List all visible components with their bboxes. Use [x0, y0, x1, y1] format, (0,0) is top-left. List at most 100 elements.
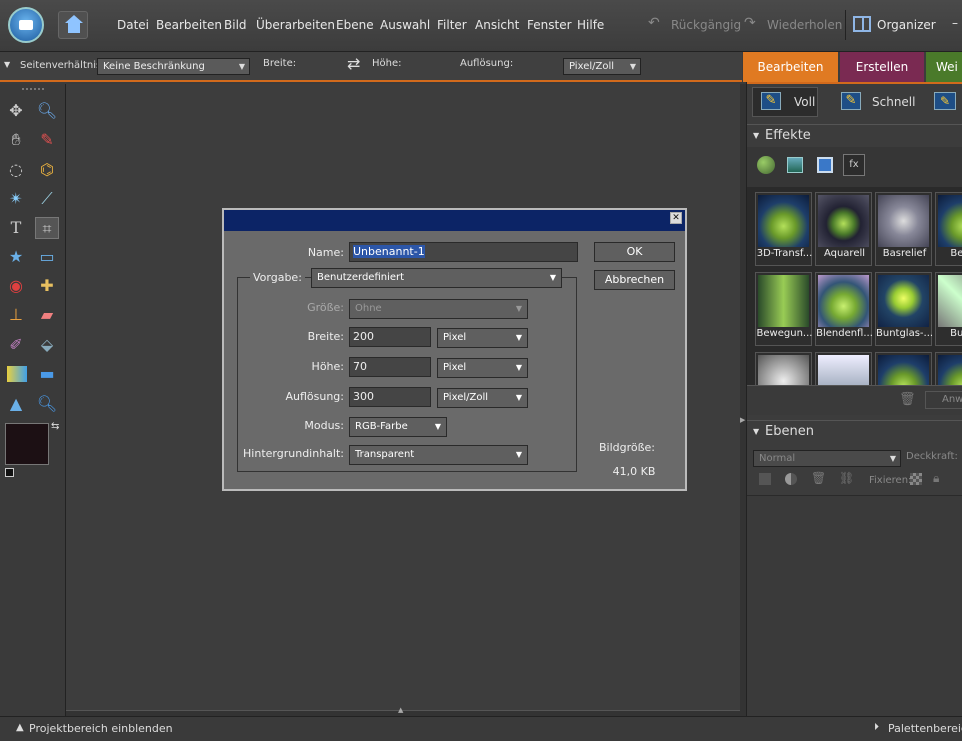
effect-thumb[interactable]: Beleu: [935, 192, 962, 266]
size-select[interactable]: Ohne: [349, 299, 528, 319]
tab-create[interactable]: Erstellen: [840, 52, 924, 82]
resolution-unit-select[interactable]: Pixel/Zoll: [563, 58, 641, 75]
eraser-tool-icon[interactable]: ▰: [35, 304, 59, 326]
effects-panel-header[interactable]: Effekte: [747, 124, 962, 147]
expand-up-icon[interactable]: ▲: [398, 706, 403, 714]
collapse-right-icon[interactable]: ▶: [740, 416, 745, 424]
trash-icon[interactable]: 🗑︎: [899, 392, 916, 407]
photo-effects-icon[interactable]: [817, 157, 833, 173]
width-unit-select[interactable]: Pixel: [437, 328, 528, 348]
dialog-title-bar[interactable]: ✕: [224, 210, 685, 231]
effect-thumb[interactable]: Basrelief: [875, 192, 932, 266]
lock-transparency-icon[interactable]: [910, 473, 922, 485]
foreground-color-swatch[interactable]: [5, 423, 49, 465]
menu-file[interactable]: Datei: [117, 18, 149, 32]
clone-stamp-tool-icon[interactable]: ⊥: [4, 304, 28, 326]
tab-edit[interactable]: Bearbeiten: [743, 52, 838, 82]
effect-thumb[interactable]: [755, 352, 812, 385]
effect-thumb[interactable]: Buntglas-...: [875, 272, 933, 346]
effect-thumb[interactable]: Bunts: [935, 272, 962, 346]
crop-tool-icon[interactable]: ⌗: [35, 217, 59, 239]
default-colors-icon[interactable]: [5, 468, 14, 477]
redo-button[interactable]: Wiederholen: [767, 18, 842, 32]
adjustment-layer-icon[interactable]: [785, 473, 797, 485]
blur-tool-icon[interactable]: ▲: [4, 393, 28, 415]
delete-layer-icon[interactable]: 🗑︎: [811, 471, 826, 485]
guided-edit-icon[interactable]: ✎: [934, 92, 956, 110]
paint-bucket-tool-icon[interactable]: ⬙: [35, 334, 59, 356]
move-tool-icon[interactable]: ✥: [4, 100, 28, 122]
resolution-field[interactable]: 300: [349, 387, 431, 407]
options-menu-icon[interactable]: ▼: [4, 60, 10, 69]
layers-panel-header[interactable]: Ebenen: [747, 420, 962, 443]
shape-tool-icon[interactable]: ▬: [35, 363, 59, 385]
apply-button[interactable]: Anw: [925, 391, 962, 409]
undo-button[interactable]: Rückgängig: [671, 18, 741, 32]
all-effects-icon[interactable]: fx: [843, 154, 865, 176]
height-unit-select[interactable]: Pixel: [437, 358, 528, 378]
palette-toggle-icon[interactable]: ⏵: [874, 722, 879, 733]
cancel-button[interactable]: Abbrechen: [594, 270, 675, 290]
color-mode-select[interactable]: RGB-Farbe: [349, 417, 447, 437]
swap-icon[interactable]: ⇄: [347, 54, 360, 73]
menu-enhance[interactable]: Überarbeiten: [256, 18, 335, 32]
background-contents-select[interactable]: Transparent: [349, 445, 528, 465]
camera-logo-icon[interactable]: [8, 7, 44, 43]
menu-filter[interactable]: Filter: [437, 18, 467, 32]
effect-thumb[interactable]: [935, 352, 962, 385]
brush-tool-icon[interactable]: ✐: [4, 334, 28, 356]
mode-quick-button[interactable]: Schnell: [872, 95, 915, 109]
effect-thumb[interactable]: Bewegun...: [755, 272, 812, 346]
new-layer-icon[interactable]: [759, 473, 771, 485]
lasso-tool-icon[interactable]: ⌬: [35, 159, 59, 181]
menu-select[interactable]: Auswahl: [380, 18, 430, 32]
ok-button[interactable]: OK: [594, 242, 675, 262]
healing-brush-tool-icon[interactable]: ✚: [35, 275, 59, 297]
layer-styles-icon[interactable]: [787, 157, 803, 173]
hand-tool-icon[interactable]: ✋︎: [4, 129, 28, 151]
sponge-tool-icon[interactable]: 🔍︎: [35, 393, 59, 415]
tab-share[interactable]: Wei: [926, 52, 962, 82]
cookie-cutter-tool-icon[interactable]: ★: [4, 246, 28, 268]
menu-layer[interactable]: Ebene: [336, 18, 374, 32]
effect-thumb[interactable]: 3D-Transf...: [755, 192, 812, 266]
width-field[interactable]: 200: [349, 327, 431, 347]
marquee-tool-icon[interactable]: ◌: [4, 159, 28, 181]
height-field[interactable]: 70: [349, 357, 431, 377]
grip[interactable]: [22, 88, 44, 90]
name-field[interactable]: Unbenannt-1: [349, 242, 578, 262]
home-icon[interactable]: [58, 11, 88, 39]
minimize-button[interactable]: –: [952, 16, 958, 30]
red-eye-tool-icon[interactable]: ◉: [4, 275, 28, 297]
effect-thumb[interactable]: Aquarell: [815, 192, 872, 266]
eyedropper-tool-icon[interactable]: ✎: [35, 129, 59, 151]
resolution-unit-select[interactable]: Pixel/Zoll: [437, 388, 528, 408]
quick-selection-tool-icon[interactable]: ⟋: [35, 188, 59, 210]
menu-image[interactable]: Bild: [224, 18, 247, 32]
palette-bin-toggle[interactable]: Palettenbereich: [888, 722, 962, 735]
magic-wand-tool-icon[interactable]: ✴: [4, 188, 28, 210]
link-layers-icon[interactable]: ⛓︎: [839, 471, 854, 485]
filters-icon[interactable]: [757, 156, 775, 174]
effect-thumb[interactable]: Blendenfl...: [815, 272, 873, 346]
preset-select[interactable]: Benutzerdefiniert: [311, 268, 562, 288]
aspect-select[interactable]: Keine Beschränkung: [97, 58, 250, 75]
effect-thumb[interactable]: [815, 352, 872, 385]
menu-window[interactable]: Fenster: [527, 18, 572, 32]
zoom-tool-icon[interactable]: 🔍︎: [35, 100, 59, 122]
straighten-tool-icon[interactable]: ▭: [35, 246, 59, 268]
expand-project-icon[interactable]: ▲: [16, 722, 24, 733]
blend-mode-select[interactable]: Normal: [753, 450, 901, 467]
text-tool-icon[interactable]: T: [4, 217, 28, 239]
close-icon[interactable]: ✕: [670, 212, 682, 224]
effect-thumb[interactable]: [875, 352, 932, 385]
menu-edit[interactable]: Bearbeiten: [156, 18, 222, 32]
project-bin-toggle[interactable]: Projektbereich einblenden: [29, 722, 173, 735]
gradient-tool-icon[interactable]: [7, 366, 27, 382]
lock-all-icon[interactable]: 🔒︎: [933, 471, 939, 486]
quick-edit-icon[interactable]: ✎: [841, 92, 861, 110]
organizer-button[interactable]: Organizer: [877, 18, 936, 32]
swap-colors-icon[interactable]: ⇆: [51, 421, 59, 432]
menu-view[interactable]: Ansicht: [475, 18, 519, 32]
menu-help[interactable]: Hilfe: [577, 18, 604, 32]
